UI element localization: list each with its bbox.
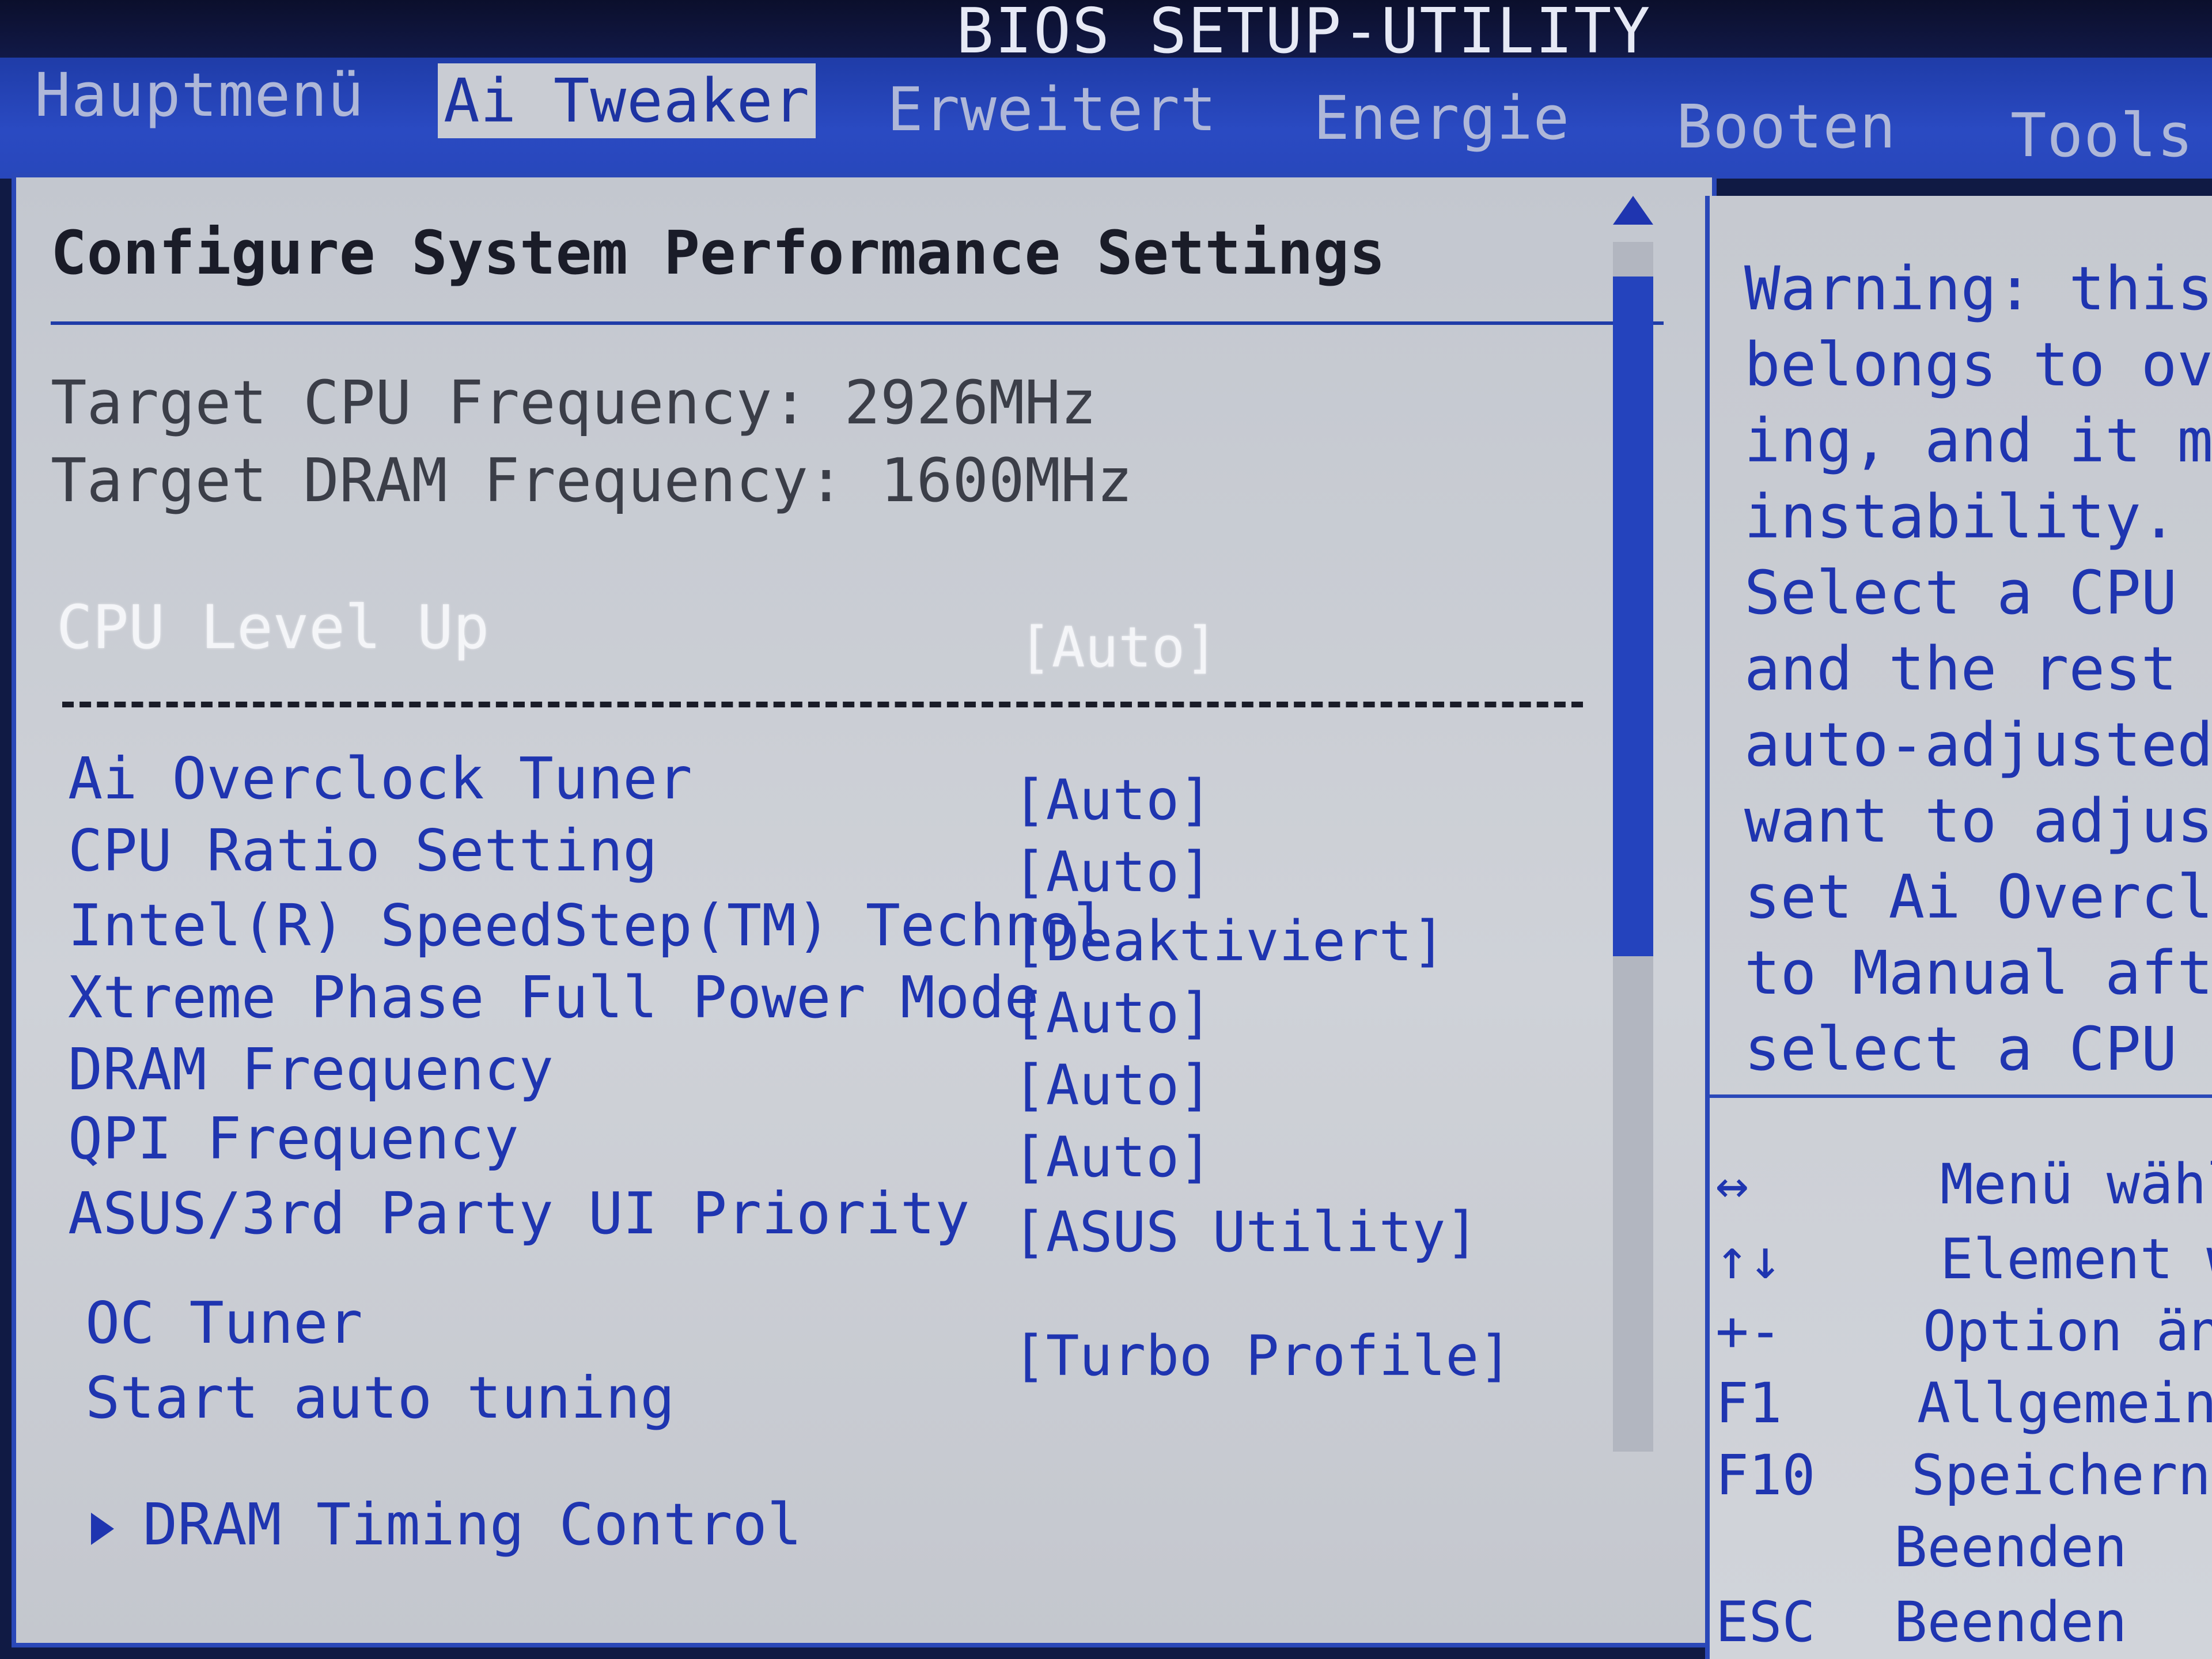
submenu-arrow-icon	[91, 1512, 114, 1545]
key-desc-save: Speichern und	[1911, 1443, 2212, 1508]
help-line: auto-adjusted.	[1744, 710, 2212, 780]
key-desc-general-help: Allgemeine H	[1917, 1371, 2212, 1435]
scrollbar[interactable]	[1613, 242, 1653, 1452]
submenu-label: DRAM Timing Control	[143, 1491, 802, 1558]
option-qpi-frequency[interactable]: QPI Frequency	[68, 1105, 519, 1172]
key-desc-menu: Menü wählen	[1940, 1152, 2212, 1217]
help-line: select a CPU lev	[1744, 1014, 2212, 1084]
option-xtreme-phase-value[interactable]: [Auto]	[1013, 981, 1213, 1046]
help-line: set Ai Overcloc	[1744, 862, 2212, 932]
option-intel-speedstep-value[interactable]: [Deaktiviert]	[1013, 909, 1445, 974]
page-title: Configure System Performance Settings	[51, 218, 1385, 288]
option-intel-speedstep[interactable]: Intel(R) SpeedStep(TM) Technol	[68, 892, 1108, 959]
key-desc-element: Element wäh	[1940, 1227, 2212, 1291]
heading-divider	[51, 321, 1664, 325]
help-divider	[1710, 1094, 2212, 1098]
help-line: and the rest wi	[1744, 634, 2212, 704]
help-line: Select a CPU le	[1744, 558, 2212, 628]
option-dram-frequency-value[interactable]: [Auto]	[1013, 1053, 1213, 1118]
option-ai-overclock-tuner-value[interactable]: [Auto]	[1013, 768, 1213, 832]
bios-screen: BIOS SETUP-UTILITY Hauptmenü Ai Tweaker …	[0, 0, 2212, 1659]
cpu-level-up-label[interactable]: CPU Level Up	[56, 592, 489, 662]
title-bar: BIOS SETUP-UTILITY	[0, 0, 2212, 63]
key-desc-exit: Beenden	[1894, 1590, 2127, 1654]
start-auto-tuning[interactable]: Start auto tuning	[85, 1364, 675, 1431]
settings-panel: Configure System Performance Settings Ta…	[12, 173, 1717, 1647]
tab-bar: Hauptmenü Ai Tweaker Erweitert Energie B…	[0, 58, 2212, 179]
help-line: want to adjust	[1744, 786, 2212, 856]
option-oc-tuner-value[interactable]: [Turbo Profile]	[1013, 1324, 1512, 1388]
key-desc-save-exit: Beenden	[1894, 1515, 2127, 1580]
help-line: instability.	[1744, 482, 2177, 552]
key-left-right-icon: ↔	[1715, 1152, 1749, 1217]
target-cpu-frequency: Target CPU Frequency: 2926MHz	[51, 368, 1097, 438]
window-title: BIOS SETUP-UTILITY	[956, 0, 1652, 67]
tab-tools[interactable]: Tools	[2010, 98, 2194, 173]
tab-hauptmenu[interactable]: Hauptmenü	[35, 58, 365, 132]
key-esc: ESC	[1715, 1590, 1816, 1654]
help-line: ing, and it ma	[1744, 406, 2212, 476]
option-oc-tuner[interactable]: OC Tuner	[85, 1289, 363, 1357]
help-panel: Warning: this belongs to ove ing, and it…	[1705, 196, 2212, 1659]
key-plus-minus: +-	[1715, 1299, 1782, 1363]
help-line: to Manual after	[1744, 938, 2212, 1008]
option-ui-priority-value[interactable]: [ASUS Utility]	[1013, 1200, 1479, 1264]
tab-erweitert[interactable]: Erweitert	[887, 72, 1217, 147]
help-line: belongs to ove	[1744, 329, 2212, 400]
option-xtreme-phase[interactable]: Xtreme Phase Full Power Mode	[68, 964, 1039, 1031]
tab-booten[interactable]: Booten	[1676, 89, 1896, 164]
option-ui-priority[interactable]: ASUS/3rd Party UI Priority	[68, 1180, 969, 1247]
key-f1: F1	[1715, 1371, 1782, 1435]
scrollbar-thumb[interactable]	[1613, 276, 1653, 956]
target-dram-frequency: Target DRAM Frequency: 1600MHz	[51, 445, 1133, 516]
help-line: Warning: this	[1744, 253, 2212, 324]
dashed-divider	[62, 702, 1583, 707]
cpu-level-up-value[interactable]: [Auto]	[1018, 615, 1218, 680]
option-cpu-ratio-setting[interactable]: CPU Ratio Setting	[68, 817, 658, 884]
tab-ai-tweaker[interactable]: Ai Tweaker	[438, 63, 816, 138]
submenu-dram-timing-control[interactable]: DRAM Timing Control	[91, 1491, 802, 1558]
option-ai-overclock-tuner[interactable]: Ai Overclock Tuner	[68, 745, 692, 812]
key-f10: F10	[1715, 1443, 1816, 1508]
option-qpi-frequency-value[interactable]: [Auto]	[1013, 1125, 1213, 1190]
option-dram-frequency[interactable]: DRAM Frequency	[68, 1036, 554, 1103]
scroll-up-arrow-icon[interactable]	[1613, 196, 1653, 225]
key-desc-option: Option ändern	[1923, 1299, 2212, 1363]
tab-energie[interactable]: Energie	[1313, 81, 1570, 156]
key-up-down-icon: ↑↓	[1715, 1227, 1782, 1291]
